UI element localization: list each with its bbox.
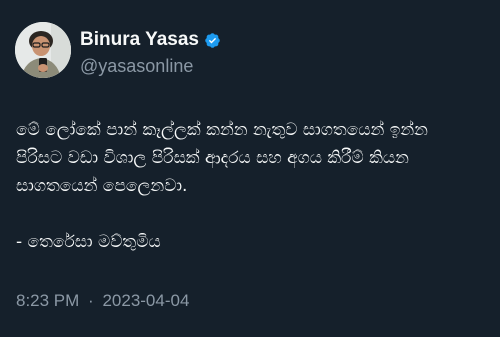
- tweet-time[interactable]: 8:23 PM: [16, 291, 79, 311]
- author-handle[interactable]: @yasasonline: [80, 55, 221, 77]
- author-name-row[interactable]: Binura Yasas: [80, 29, 221, 51]
- avatar[interactable]: [15, 22, 71, 78]
- verified-badge-icon: [205, 32, 220, 48]
- tweet-text: මේ ලෝකේ පාන් කෑල්ලක් කන්න නැතුව සාගතයෙන්…: [16, 116, 486, 256]
- tweet-timestamp[interactable]: 8:23 PM · 2023-04-04: [16, 291, 189, 311]
- avatar-photo: [15, 22, 71, 78]
- tweet-line: මේ ලෝකේ පාන් කෑල්ලක් කන්න නැතුව සාගතයෙන්…: [16, 120, 428, 140]
- tweet-attribution: - තෙරේසා මව්තුමිය: [16, 232, 161, 252]
- tweet-line: සාගතයෙන් පෙලෙනවා.: [16, 176, 188, 196]
- author-display-name[interactable]: Binura Yasas: [80, 29, 199, 51]
- meta-separator: ·: [88, 291, 94, 310]
- tweet-card: Binura Yasas @yasasonline මේ ලෝකේ පාන් ක…: [0, 0, 500, 337]
- tweet-line: පිරිසට වඩා විශාල පිරිසක් ආදරය සහ අගය කිර…: [16, 148, 409, 168]
- tweet-date[interactable]: 2023-04-04: [102, 291, 189, 311]
- author-block: Binura Yasas @yasasonline: [80, 29, 221, 77]
